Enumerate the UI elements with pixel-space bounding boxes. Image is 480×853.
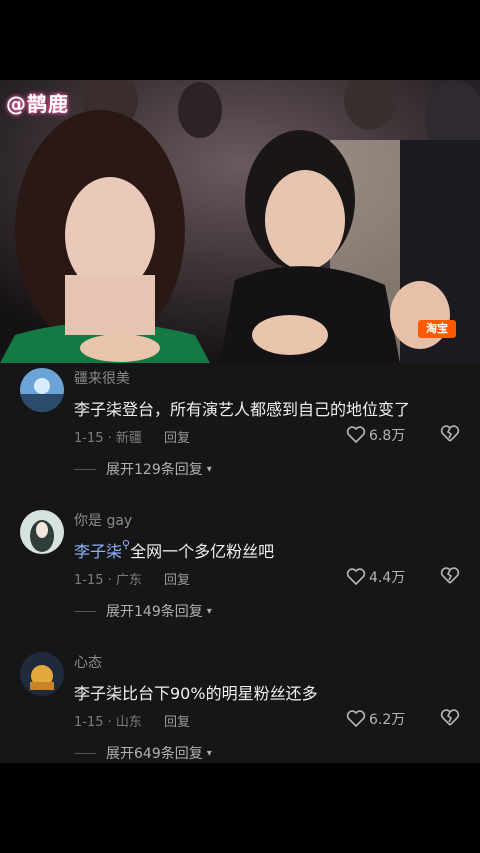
comment-username[interactable]: 疆来很美 (74, 368, 130, 388)
like-count: 4.4万 (369, 570, 406, 586)
comment-text-body: 全网一个多亿粉丝吧 (130, 542, 275, 561)
comment-date-location: 1-15 · 山东 (74, 715, 142, 730)
comment-meta: 1-15 · 新疆 回复 (74, 427, 190, 446)
search-icon: ⚲ (122, 538, 131, 551)
dislike-button[interactable] (440, 567, 460, 589)
avatar-image-icon (20, 368, 64, 412)
broken-heart-icon (440, 425, 460, 442)
video-frame-scene (0, 80, 480, 363)
expand-replies-button[interactable]: 展开129条回复 ▾ (74, 459, 212, 479)
chevron-down-icon: ▾ (206, 747, 212, 759)
comment-text: 李子柒登台，所有演艺人都感到自己的地位变了 (74, 400, 411, 419)
chevron-down-icon: ▾ (206, 605, 212, 617)
comment-username[interactable]: 你是 gay (74, 510, 132, 530)
like-count: 6.2万 (369, 712, 406, 728)
avatar[interactable] (20, 652, 64, 696)
heart-icon (346, 426, 366, 444)
avatar[interactable] (20, 368, 64, 412)
comment-list: 疆来很美 李子柒登台，所有演艺人都感到自己的地位变了 1-15 · 新疆 回复 … (0, 363, 480, 763)
dislike-button[interactable] (440, 709, 460, 731)
comment-text: 李子柒比台下90%的明星粉丝还多 (74, 684, 318, 703)
like-count: 6.8万 (369, 428, 406, 444)
expand-replies-label: 展开149条回复 (106, 604, 203, 620)
divider-line (74, 752, 96, 754)
like-button[interactable]: 6.8万 (346, 425, 405, 445)
comment-meta: 1-15 · 广东 回复 (74, 569, 190, 588)
comment-username[interactable]: 心态 (74, 652, 102, 672)
comment-date-location: 1-15 · 新疆 (74, 431, 142, 446)
expand-replies-label: 展开129条回复 (106, 462, 203, 478)
mention-link[interactable]: 李子柒 (74, 542, 122, 561)
broken-heart-icon (440, 567, 460, 584)
like-button[interactable]: 6.2万 (346, 709, 405, 729)
video-player[interactable] (0, 80, 480, 363)
chevron-down-icon: ▾ (206, 463, 212, 475)
reply-button[interactable]: 回复 (164, 715, 190, 730)
reply-button[interactable]: 回复 (164, 431, 190, 446)
comment-meta: 1-15 · 山东 回复 (74, 711, 190, 730)
dislike-button[interactable] (440, 425, 460, 447)
taobao-badge[interactable]: 淘宝 (418, 320, 456, 338)
avatar[interactable] (20, 510, 64, 554)
divider-line (74, 610, 96, 612)
like-button[interactable]: 4.4万 (346, 567, 405, 587)
avatar-image-icon (20, 652, 64, 696)
watermark-text: @鹊鹿 (6, 92, 69, 116)
expand-replies-label: 展开649条回复 (106, 746, 203, 762)
heart-icon (346, 568, 366, 586)
reply-button[interactable]: 回复 (164, 573, 190, 588)
comment-text: 李子柒⚲全网一个多亿粉丝吧 (74, 538, 274, 562)
comment-date-location: 1-15 · 广东 (74, 573, 142, 588)
divider-line (74, 468, 96, 470)
expand-replies-button[interactable]: 展开649条回复 ▾ (74, 743, 212, 763)
expand-replies-button[interactable]: 展开149条回复 ▾ (74, 601, 212, 621)
broken-heart-icon (440, 709, 460, 726)
heart-icon (346, 710, 366, 728)
avatar-image-icon (20, 510, 64, 554)
